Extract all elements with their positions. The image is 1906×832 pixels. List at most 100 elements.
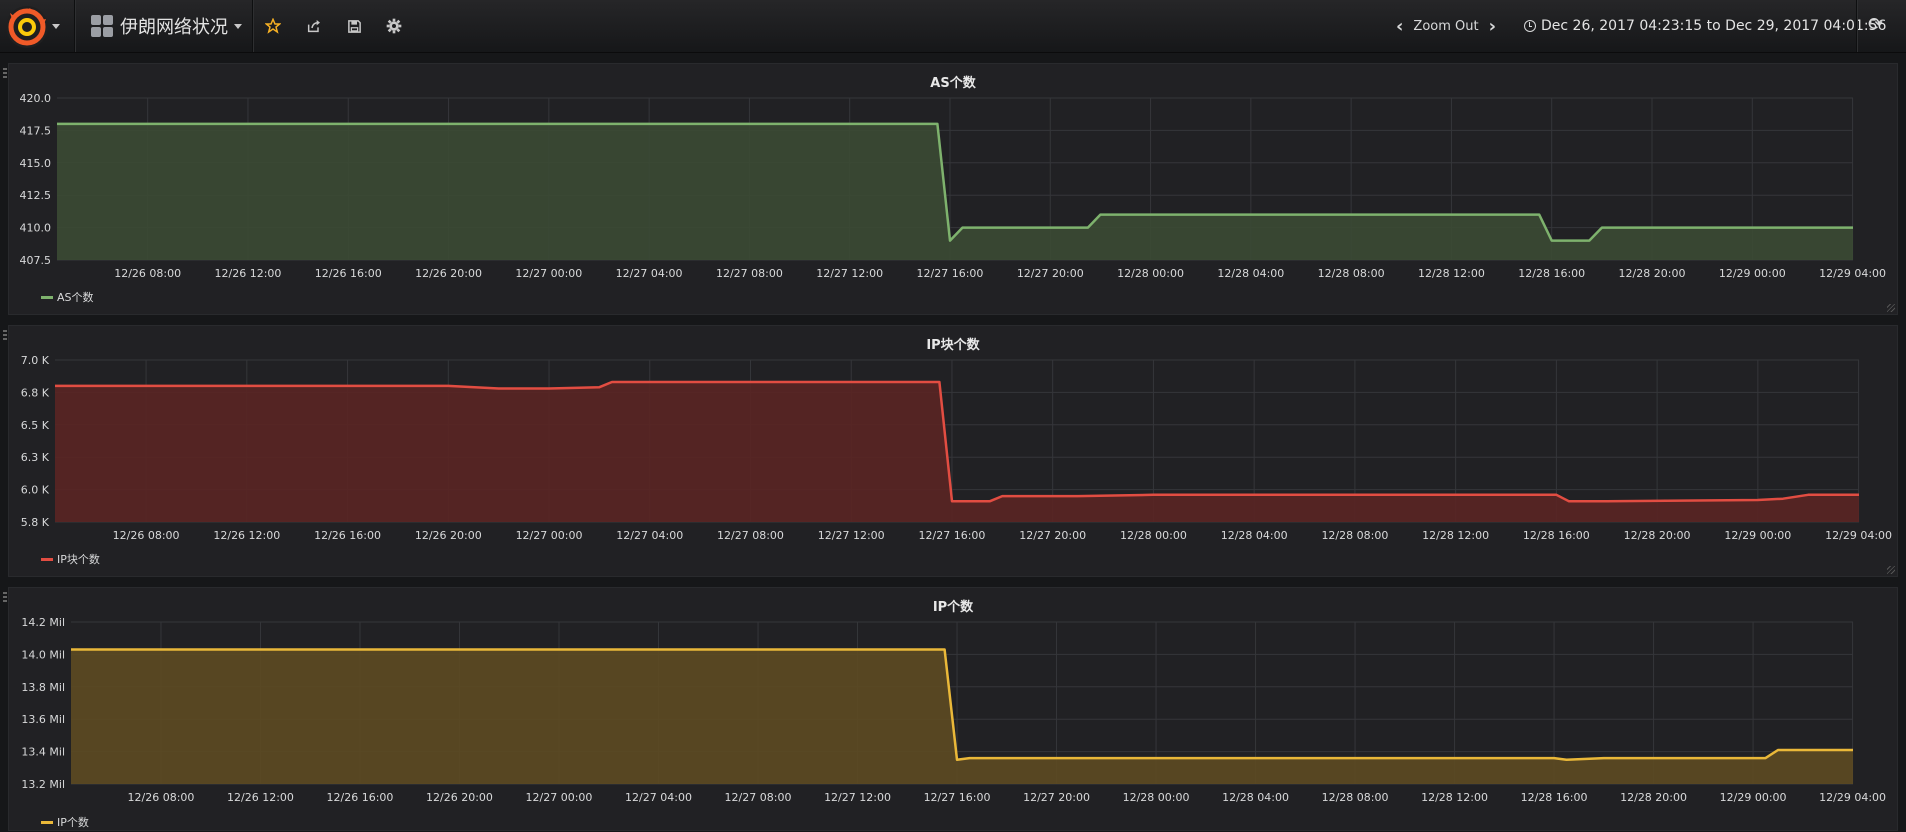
x-tick-label: 12/27 20:00 <box>1023 791 1090 804</box>
logo-menu-caret-icon[interactable] <box>52 24 60 29</box>
time-range-label: Dec 26, 2017 04:23:15 to Dec 29, 2017 04… <box>1541 18 1886 34</box>
drag-handle-icon[interactable] <box>3 68 7 78</box>
x-tick-label: 12/27 04:00 <box>616 529 683 542</box>
y-tick-label: 407.5 <box>20 254 52 267</box>
x-tick-label: 12/28 04:00 <box>1221 529 1288 542</box>
x-tick-label: 12/28 08:00 <box>1322 791 1389 804</box>
navbar-divider <box>252 0 253 52</box>
x-tick-label: 12/29 00:00 <box>1720 791 1787 804</box>
x-tick-label: 12/28 12:00 <box>1418 267 1485 280</box>
x-tick-label: 12/28 12:00 <box>1422 529 1489 542</box>
x-tick-label: 12/28 00:00 <box>1117 267 1184 280</box>
x-tick-label: 12/26 20:00 <box>415 267 482 280</box>
x-tick-label: 12/26 16:00 <box>314 529 381 542</box>
x-tick-label: 12/26 20:00 <box>426 791 493 804</box>
y-tick-label: 14.0 Mil <box>21 648 65 661</box>
x-tick-label: 12/28 16:00 <box>1521 791 1588 804</box>
x-tick-label: 12/27 00:00 <box>515 267 582 280</box>
legend-color-swatch[interactable] <box>41 821 53 824</box>
x-tick-label: 12/29 00:00 <box>1724 529 1791 542</box>
y-tick-label: 6.0 K <box>21 484 50 497</box>
x-tick-label: 12/27 12:00 <box>818 529 885 542</box>
resize-handle-icon[interactable] <box>1887 566 1895 574</box>
x-tick-label: 12/27 12:00 <box>816 267 883 280</box>
x-tick-label: 12/27 16:00 <box>919 529 986 542</box>
x-tick-label: 12/26 16:00 <box>315 267 382 280</box>
x-tick-label: 12/27 16:00 <box>924 791 991 804</box>
x-tick-label: 12/28 08:00 <box>1318 267 1385 280</box>
x-tick-label: 12/28 12:00 <box>1421 791 1488 804</box>
y-tick-label: 5.8 K <box>21 516 50 529</box>
x-tick-label: 12/28 16:00 <box>1518 267 1585 280</box>
y-tick-label: 420.0 <box>20 92 52 105</box>
x-tick-label: 12/26 16:00 <box>327 791 394 804</box>
panel-ip-count: IP个数 14.2 Mil14.0 Mil13.8 Mil13.6 Mil13.… <box>8 587 1898 831</box>
y-tick-label: 415.0 <box>20 157 52 170</box>
legend-label[interactable]: IP个数 <box>57 814 89 830</box>
x-tick-label: 12/28 04:00 <box>1217 267 1284 280</box>
save-icon[interactable] <box>342 14 366 38</box>
panel-as-count: AS个数 420.0 417.5 415.0 412.5 410.0 407.5 12/26… <box>8 63 1898 315</box>
x-tick-label: 12/26 20:00 <box>415 529 482 542</box>
y-tick-label: 6.8 K <box>21 386 50 399</box>
legend-color-swatch[interactable] <box>41 558 53 561</box>
y-tick-label: 7.0 K <box>21 354 50 367</box>
settings-icon[interactable] <box>382 14 406 38</box>
x-tick-label: 12/29 00:00 <box>1719 267 1786 280</box>
x-tick-label: 12/26 08:00 <box>114 267 181 280</box>
series-area <box>71 650 1853 785</box>
x-tick-label: 12/28 00:00 <box>1123 791 1190 804</box>
clock-icon <box>1524 20 1536 32</box>
x-tick-label: 12/26 12:00 <box>213 529 280 542</box>
dashboard-picker-button[interactable]: 伊朗网络状况 <box>76 0 251 52</box>
x-tick-label: 12/27 08:00 <box>717 529 784 542</box>
navbar-divider <box>74 0 75 52</box>
refresh-icon[interactable]: ⟳ <box>1868 14 1883 35</box>
x-tick-label: 12/26 12:00 <box>215 267 282 280</box>
x-tick-label: 12/28 08:00 <box>1321 529 1388 542</box>
legend-label[interactable]: AS个数 <box>57 289 94 305</box>
x-tick-label: 12/28 00:00 <box>1120 529 1187 542</box>
x-tick-label: 12/27 04:00 <box>616 267 683 280</box>
drag-handle-icon[interactable] <box>3 592 7 602</box>
drag-handle-icon[interactable] <box>3 330 7 340</box>
ip-block-count-chart: 7.0 K 6.8 K 6.5 K 6.3 K 6.0 K 5.8 K 12/26 08:0… <box>9 326 1899 578</box>
x-tick-label: 12/27 00:00 <box>526 791 593 804</box>
star-icon[interactable] <box>261 14 285 38</box>
y-tick-label: 13.6 Mil <box>21 713 65 726</box>
x-tick-label: 12/26 08:00 <box>113 529 180 542</box>
y-tick-label: 6.5 K <box>21 419 50 432</box>
x-tick-label: 12/28 04:00 <box>1222 791 1289 804</box>
zoom-out-button[interactable]: Zoom Out <box>1413 19 1478 34</box>
as-count-chart: 420.0 417.5 415.0 412.5 410.0 407.5 12/26 08:0… <box>9 64 1899 316</box>
time-range-picker[interactable]: Dec 26, 2017 04:23:15 to Dec 29, 2017 04… <box>1524 15 1886 37</box>
y-tick-label: 412.5 <box>20 189 52 202</box>
y-tick-label: 417.5 <box>20 124 52 137</box>
x-tick-label: 12/27 12:00 <box>824 791 891 804</box>
y-tick-label: 14.2 Mil <box>21 616 65 629</box>
legend-label[interactable]: IP块个数 <box>57 551 100 567</box>
x-tick-label: 12/28 16:00 <box>1523 529 1590 542</box>
y-tick-label: 410.0 <box>20 222 52 235</box>
panel-ip-block-count: IP块个数 7.0 K 6.8 K 6.5 K 6.3 K 6.0 K 5.8 K 12/2… <box>8 325 1898 577</box>
legend-item[interactable]: IP个数 <box>41 814 89 830</box>
resize-handle-icon[interactable] <box>1887 304 1895 312</box>
chevron-left-icon[interactable]: ‹ <box>1396 16 1403 37</box>
ip-count-chart: 14.2 Mil14.0 Mil13.8 Mil13.6 Mil13.4 Mil… <box>9 588 1899 832</box>
share-icon[interactable] <box>302 14 326 38</box>
legend-item[interactable]: AS个数 <box>41 289 94 305</box>
x-tick-label: 12/27 16:00 <box>917 267 984 280</box>
y-tick-label: 6.3 K <box>21 451 50 464</box>
chevron-right-icon[interactable]: › <box>1489 16 1496 37</box>
y-tick-label: 13.2 Mil <box>21 778 65 791</box>
x-tick-label: 12/27 20:00 <box>1019 529 1086 542</box>
legend-color-swatch[interactable] <box>41 296 53 299</box>
dashboard-title: 伊朗网络状况 <box>120 13 228 39</box>
grafana-logo-icon[interactable] <box>6 6 48 48</box>
x-tick-label: 12/27 00:00 <box>516 529 583 542</box>
y-tick-label: 13.4 Mil <box>21 746 65 759</box>
legend-item[interactable]: IP块个数 <box>41 551 100 567</box>
chevron-down-icon <box>234 24 242 29</box>
x-tick-label: 12/27 08:00 <box>716 267 783 280</box>
top-navbar: 伊朗网络状况 ‹ Zoom Out › Dec 26, 2017 04:23:1… <box>0 0 1906 53</box>
